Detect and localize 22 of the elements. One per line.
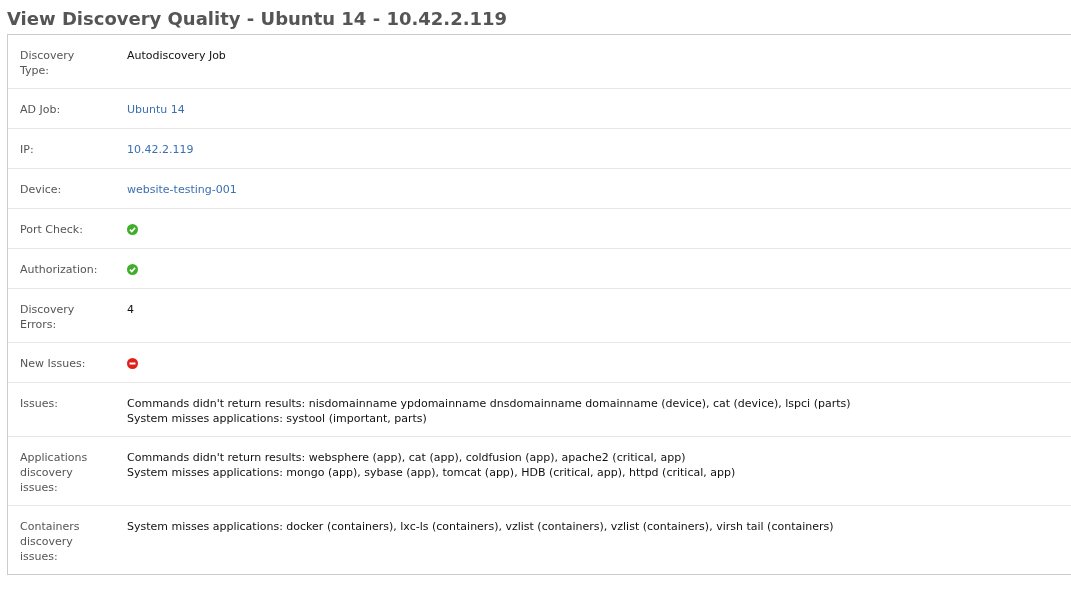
field-label: Discovery Type: (20, 48, 76, 78)
field-link[interactable]: website-testing-001 (127, 183, 237, 196)
issue-text: System misses applications: mongo (app), sybase (app), tomcat (app), HDB (critical, app), httpd (critical, app) (127, 465, 736, 480)
field-label: Device: (20, 182, 63, 198)
field-label: New Issues: (20, 356, 87, 372)
field-label: Discovery Errors: (20, 302, 76, 332)
field-label: Authorization: (20, 262, 99, 278)
issue-text: Commands didn't return results: websphere (app), cat (app), coldfusion (app), apache2 (critical, app) (127, 450, 687, 465)
field-value: 4 (127, 303, 134, 316)
issue-text: Commands didn't return results: nisdomainname ypdomainname dnsdomainname domainname (device), cat (device), lspci (parts) (127, 396, 851, 411)
field-label: Port Check: (20, 222, 84, 238)
issue-text: System misses applications: systool (important, parts) (127, 411, 428, 426)
issue-text: System misses applications: docker (containers), lxc-ls (containers), vzlist (containers), vzlist (containers), virsh tail (containers) (127, 519, 834, 534)
field-label: Applications discovery issues: (20, 450, 89, 495)
field-label: Issues: (20, 396, 59, 412)
field-link[interactable]: 10.42.2.119 (127, 143, 194, 156)
field-label: AD Job: (20, 102, 62, 118)
field-label: Containers discovery issues: (20, 519, 81, 564)
page-title: View Discovery Quality - Ubuntu 14 - 10.42.2.119 (6, 7, 509, 31)
field-value: Autodiscovery Job (127, 49, 226, 62)
field-label: IP: (20, 142, 35, 158)
field-link[interactable]: Ubuntu 14 (127, 103, 185, 116)
